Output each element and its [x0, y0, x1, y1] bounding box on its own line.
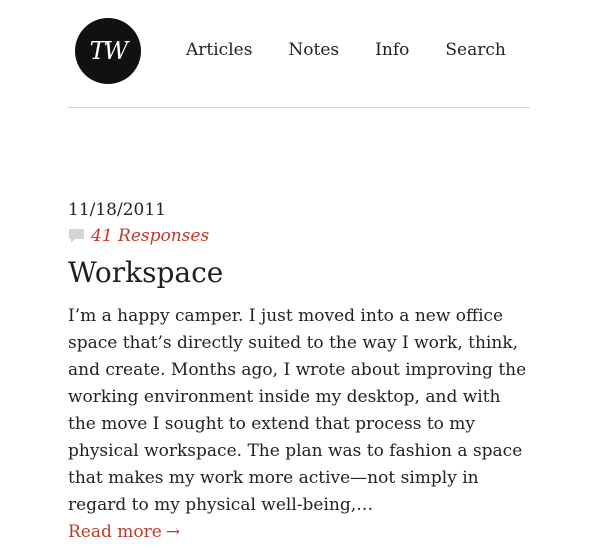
site-header: TW Articles Notes Info Search — [68, 0, 530, 108]
nav-item-search[interactable]: Search — [445, 38, 505, 62]
header-divider — [68, 107, 530, 108]
post-title[interactable]: Workspace — [68, 255, 530, 291]
comment-bubble-icon — [69, 229, 84, 243]
read-more-label: Read more — [68, 522, 162, 542]
post-entry: 11/18/2011 41 Responses Workspace I’m a … — [68, 198, 530, 546]
nav-item-info[interactable]: Info — [375, 38, 409, 62]
post-excerpt: I’m a happy camper. I just moved into a … — [68, 306, 527, 515]
site-logo[interactable]: TW — [75, 18, 141, 84]
arrow-right-icon: → — [165, 522, 181, 542]
main-nav: Articles Notes Info Search — [186, 38, 542, 62]
responses-link[interactable]: 41 Responses — [91, 225, 209, 247]
logo-monogram: TW — [89, 37, 129, 65]
nav-item-articles[interactable]: Articles — [186, 38, 252, 62]
post-responses: 41 Responses — [68, 225, 530, 247]
read-more-link[interactable]: Read more → — [68, 519, 180, 546]
nav-item-notes[interactable]: Notes — [288, 38, 339, 62]
post-date: 11/18/2011 — [68, 200, 166, 220]
